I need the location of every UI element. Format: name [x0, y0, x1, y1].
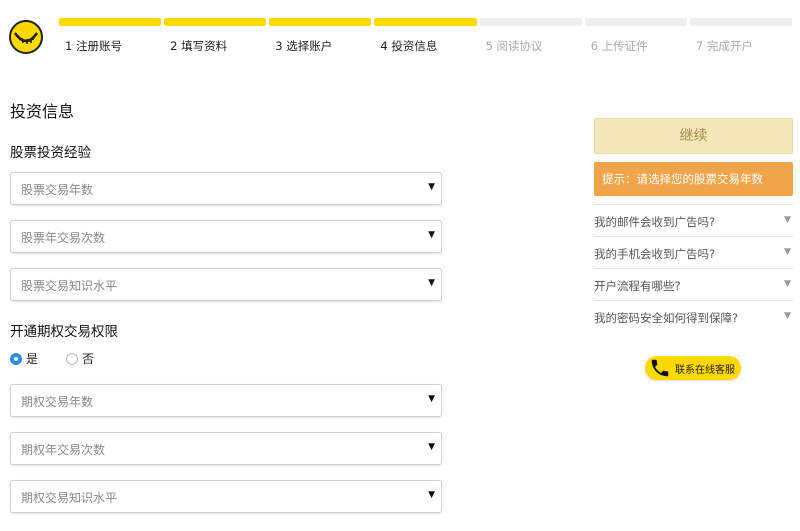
step-label: 1 注册账号 — [65, 39, 122, 53]
caret-down-icon: ▼ — [428, 394, 435, 404]
step-label: 7 完成开户 — [695, 39, 753, 53]
faq-item[interactable]: 我的密码安全如何得到保障? ▼ — [594, 300, 793, 332]
step-4: 4 投资信息 — [374, 18, 477, 54]
radio-no-label: 否 — [82, 352, 95, 366]
select-placeholder: 期权交易年数 — [21, 395, 94, 409]
radio-dot — [66, 352, 79, 365]
step-label: 2 填写资料 — [170, 39, 228, 53]
step-5: 5 阅读协议 — [479, 18, 582, 54]
caret-down-icon: ▼ — [428, 490, 435, 500]
faq-item[interactable]: 我的手机会收到广告吗? ▼ — [594, 236, 793, 268]
faq-question: 我的手机会收到广告吗? — [594, 247, 716, 261]
step-3: 3 选择账户 — [269, 18, 372, 54]
radio-no[interactable]: 否 — [66, 350, 94, 367]
caret-down-icon: ▼ — [428, 182, 435, 192]
step-bar — [59, 18, 162, 26]
step-7: 7 完成开户 — [689, 18, 792, 54]
step-label: 6 上传证件 — [590, 39, 648, 53]
chevron-down-icon: ▼ — [784, 279, 791, 289]
faq-question: 我的邮件会收到广告吗? — [594, 215, 716, 229]
stock-section-title: 股票投资经验 — [10, 145, 91, 161]
chevron-down-icon: ▼ — [784, 311, 791, 321]
options-frequency-select[interactable]: 期权年交易次数 ▼ — [10, 432, 442, 465]
step-bar — [584, 18, 687, 26]
select-placeholder: 股票交易年数 — [21, 183, 94, 197]
stock-frequency-select[interactable]: 股票年交易次数 ▼ — [10, 220, 442, 253]
phone-icon — [651, 359, 669, 377]
step-6: 6 上传证件 — [584, 18, 687, 54]
select-placeholder: 股票年交易次数 — [21, 231, 106, 245]
chevron-down-icon: ▼ — [784, 215, 791, 225]
stock-knowledge-select[interactable]: 股票交易知识水平 ▼ — [10, 268, 442, 301]
faq-question: 开户流程有哪些? — [594, 279, 681, 293]
step-label: 5 阅读协议 — [485, 39, 543, 53]
online-service-label: 联系在线客服 — [675, 364, 735, 376]
faq-question: 我的密码安全如何得到保障? — [594, 311, 739, 325]
progress-steps: 1 注册账号 2 填写资料 3 选择账户 4 投资信息 5 阅读协议 6 上传证… — [59, 18, 792, 54]
options-permission-radio-group: 是 否 — [10, 350, 122, 367]
select-placeholder: 期权年交易次数 — [21, 443, 106, 457]
faq-item[interactable]: 我的邮件会收到广告吗? ▼ — [594, 204, 793, 236]
step-label: 3 选择账户 — [275, 39, 333, 53]
faq-item[interactable]: 开户流程有哪些? ▼ — [594, 268, 793, 300]
chevron-down-icon: ▼ — [784, 247, 791, 257]
radio-yes-label: 是 — [26, 352, 39, 366]
select-placeholder: 股票交易知识水平 — [21, 279, 118, 293]
step-bar — [689, 18, 792, 26]
radio-yes[interactable]: 是 — [10, 350, 38, 367]
caret-down-icon: ▼ — [428, 442, 435, 452]
stock-years-select[interactable]: 股票交易年数 ▼ — [10, 172, 442, 205]
caret-down-icon: ▼ — [428, 278, 435, 288]
step-bar — [374, 18, 477, 26]
step-2: 2 填写资料 — [164, 18, 267, 54]
options-years-select[interactable]: 期权交易年数 ▼ — [10, 384, 442, 417]
radio-dot — [10, 352, 22, 365]
step-label: 4 投资信息 — [380, 39, 438, 53]
options-section-title: 开通期权交易权限 — [10, 324, 118, 340]
online-service-button[interactable]: 联系在线客服 — [645, 356, 741, 380]
caret-down-icon: ▼ — [428, 230, 435, 240]
step-1: 1 注册账号 — [59, 18, 162, 54]
step-bar — [269, 18, 372, 26]
step-bar — [164, 18, 267, 26]
options-knowledge-select[interactable]: 期权交易知识水平 ▼ — [10, 480, 442, 513]
logo-icon — [9, 20, 43, 54]
select-placeholder: 期权交易知识水平 — [21, 491, 118, 505]
faq-list: 我的邮件会收到广告吗? ▼ 我的手机会收到广告吗? ▼ 开户流程有哪些? ▼ 我… — [594, 204, 793, 332]
page-title: 投资信息 — [10, 102, 75, 121]
continue-button[interactable]: 继续 — [594, 118, 793, 154]
hint-banner: 提示：请选择您的股票交易年数 — [594, 162, 793, 196]
step-bar — [479, 18, 582, 26]
